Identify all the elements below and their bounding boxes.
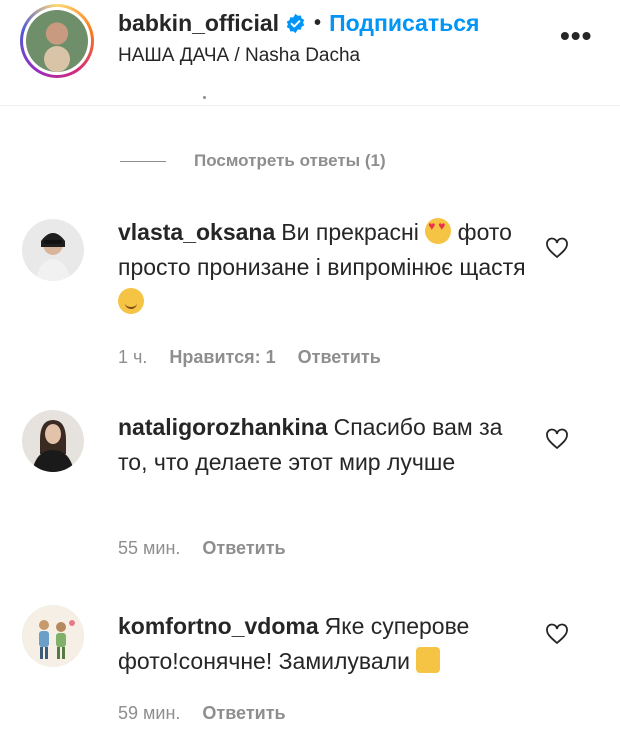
more-options-icon[interactable]: ••• [560, 22, 592, 50]
follow-button[interactable]: Подписаться [329, 10, 479, 37]
divider-dot [203, 96, 206, 99]
view-replies-label: Посмотреть ответы (1) [194, 151, 386, 170]
like-heart-icon[interactable] [545, 623, 569, 645]
replies-line [120, 160, 166, 162]
like-heart-icon[interactable] [545, 237, 569, 259]
comment-body-part1: Ви прекрасні [281, 219, 419, 245]
reply-button[interactable]: Ответить [298, 347, 381, 368]
comment-meta: 1 ч. Нравится: 1 Ответить [118, 347, 381, 368]
comment-meta: 59 мин. Ответить [118, 703, 286, 724]
heart-eyes-emoji-icon [425, 218, 452, 244]
comment-time[interactable]: 59 мин. [118, 703, 180, 724]
comment-text: vlasta_oksanaВи прекрасні фото просто пр… [118, 215, 528, 320]
avatar [26, 10, 88, 72]
commenter-avatar[interactable] [22, 410, 84, 472]
commenter-avatar[interactable] [22, 219, 84, 281]
comment-meta: 55 мин. Ответить [118, 538, 286, 559]
comment-time[interactable]: 55 мин. [118, 538, 180, 559]
comment-username[interactable]: natali­gorozhankina [118, 414, 328, 440]
smile-emoji-icon [118, 288, 144, 314]
separator-dot: • [314, 11, 322, 34]
comment-time[interactable]: 1 ч. [118, 347, 147, 368]
comment-text: komfortno_vdoma Яке суперове фото!сонячне… [118, 609, 528, 679]
comment-username[interactable]: vlasta_oksana [118, 219, 275, 245]
comment-likes-count[interactable]: Нравится: 1 [169, 347, 275, 368]
story-ring-avatar[interactable] [20, 4, 94, 78]
like-heart-icon[interactable] [545, 428, 569, 450]
comment-text: natali­gorozhankina Спасибо вам за то, чт… [118, 410, 528, 480]
view-replies-button[interactable]: Посмотреть ответы (1) [120, 148, 386, 174]
post-author-username[interactable]: babkin_official [118, 10, 279, 37]
comment-username[interactable]: komfortno_vdoma [118, 613, 319, 639]
thumbs-up-emoji-icon [416, 647, 441, 673]
reply-button[interactable]: Ответить [202, 703, 285, 724]
reply-button[interactable]: Ответить [202, 538, 285, 559]
post-header: babkin_official • Подписаться НАША ДАЧА … [0, 0, 620, 106]
verified-badge-icon [286, 13, 305, 33]
post-location[interactable]: НАША ДАЧА / Nasha Dacha [118, 45, 360, 67]
commenter-avatar[interactable] [22, 605, 84, 667]
